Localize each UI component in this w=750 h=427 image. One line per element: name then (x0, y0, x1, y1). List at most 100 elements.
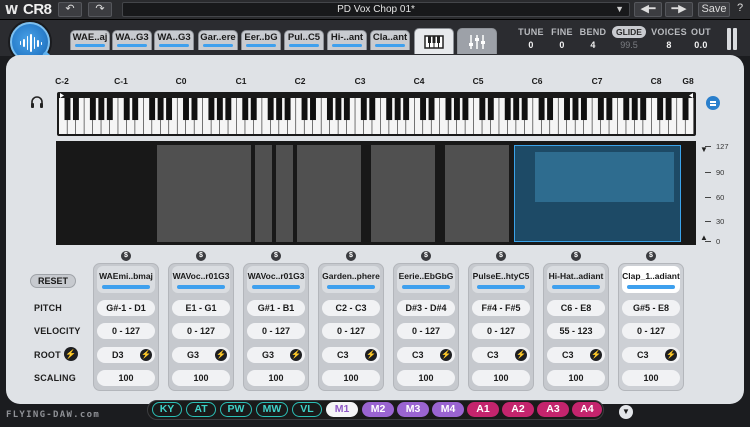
black-key[interactable] (403, 98, 410, 121)
sample-name[interactable]: WAVoc..r01G3 (247, 266, 305, 293)
scaling-value[interactable]: 100 (397, 370, 455, 386)
root-key[interactable]: C3 ⚡ (322, 347, 380, 363)
scaling-value[interactable]: 100 (472, 370, 530, 386)
black-key[interactable] (606, 98, 613, 121)
black-key[interactable] (369, 98, 376, 121)
black-key[interactable] (191, 98, 198, 121)
black-key[interactable] (267, 98, 274, 121)
scaling-value[interactable]: 100 (97, 370, 155, 386)
black-key[interactable] (360, 98, 367, 121)
black-key[interactable] (343, 98, 350, 121)
black-key[interactable] (538, 98, 545, 121)
sample-column[interactable]: WAEmi..bmaj G#-1 - D1 0 - 127 D3 ⚡ 100 (93, 263, 159, 391)
velocity-range[interactable]: 0 - 127 (97, 323, 155, 339)
root-detect-icon[interactable]: ⚡ (365, 349, 377, 361)
tune-param[interactable]: TUNE 0 (515, 27, 547, 50)
black-key[interactable] (462, 98, 469, 121)
piano-keys[interactable] (57, 92, 696, 136)
black-key[interactable] (216, 98, 223, 121)
dollar-icon[interactable]: $ (346, 251, 356, 261)
sample-name[interactable]: Clap_1..adiant (622, 266, 680, 293)
black-key[interactable] (564, 98, 570, 121)
black-key[interactable] (284, 98, 291, 121)
root-key[interactable]: C3 ⚡ (547, 347, 605, 363)
root-detect-all-icon[interactable]: ⚡ (64, 347, 78, 361)
sample-name[interactable]: Hi-Hat..adiant (547, 266, 605, 293)
black-key[interactable] (326, 98, 333, 121)
macro-m3[interactable]: M3 (397, 402, 429, 417)
redo-button[interactable]: ↷ (88, 2, 112, 17)
black-key[interactable] (166, 98, 173, 121)
dollar-icon[interactable]: $ (271, 251, 281, 261)
black-key[interactable] (225, 98, 232, 121)
root-detect-icon[interactable]: ⚡ (665, 349, 677, 361)
black-key[interactable] (682, 98, 689, 121)
black-key[interactable] (487, 98, 494, 121)
dollar-icon[interactable]: $ (196, 251, 206, 261)
root-detect-icon[interactable]: ⚡ (440, 349, 452, 361)
root-detect-icon[interactable]: ⚡ (140, 349, 152, 361)
headphones-icon[interactable] (30, 95, 44, 109)
black-key[interactable] (572, 98, 579, 121)
velocity-range[interactable]: 0 - 127 (172, 323, 230, 339)
sample-zone[interactable] (255, 145, 272, 242)
macro-m2[interactable]: M2 (362, 402, 394, 417)
velocity-range[interactable]: 0 - 127 (397, 323, 455, 339)
root-key[interactable]: G3 ⚡ (172, 347, 230, 363)
sample-name[interactable]: WAEmi..bmaj (97, 266, 155, 293)
sample-name[interactable]: Garden..phere (322, 266, 380, 293)
sample-column-selected[interactable]: Clap_1..adiant G#5 - E8 0 - 127 C3 ⚡ 100 (618, 263, 684, 391)
mod-source-ky[interactable]: KY (152, 402, 182, 417)
black-key[interactable] (183, 98, 189, 121)
black-key[interactable] (428, 98, 435, 121)
black-key[interactable] (301, 98, 308, 121)
black-key[interactable] (597, 98, 604, 121)
sample-column[interactable]: PulseE..htyC5 F#4 - F#5 0 - 127 C3 ⚡ 100 (468, 263, 534, 391)
black-key[interactable] (513, 98, 520, 121)
black-key[interactable] (149, 98, 156, 121)
dollar-icon[interactable]: $ (646, 251, 656, 261)
piano-keyboard[interactable] (57, 92, 696, 136)
previous-preset-button[interactable]: ◀━ (634, 2, 662, 17)
tab-sample-6[interactable]: Pul..C5 (284, 30, 324, 50)
mod-source-at[interactable]: AT (186, 402, 216, 417)
dollar-icon[interactable]: $ (121, 251, 131, 261)
black-key[interactable] (335, 98, 342, 121)
mod-source-mw[interactable]: MW (256, 402, 288, 417)
root-key[interactable]: C3 ⚡ (622, 347, 680, 363)
sample-column[interactable]: Garden..phere C2 - C3 0 - 127 C3 ⚡ 100 (318, 263, 384, 391)
black-key[interactable] (250, 98, 257, 121)
scaling-value[interactable]: 100 (622, 370, 680, 386)
tab-sample-3[interactable]: WA..G3 (154, 30, 194, 50)
pitch-range[interactable]: C6 - E8 (547, 300, 605, 316)
black-key[interactable] (394, 98, 401, 121)
black-key[interactable] (208, 98, 215, 121)
range-marker[interactable] (60, 93, 64, 98)
key-velocity-map[interactable] (56, 141, 696, 245)
range-marker[interactable] (689, 93, 693, 98)
black-key[interactable] (580, 98, 587, 121)
save-button[interactable]: Save (698, 2, 730, 17)
lfo-a3[interactable]: A3 (537, 402, 569, 417)
root-detect-icon[interactable]: ⚡ (590, 349, 602, 361)
black-key[interactable] (89, 98, 96, 121)
black-key[interactable] (657, 98, 664, 121)
mod-source-vl[interactable]: VL (292, 402, 322, 417)
scaling-value[interactable]: 100 (547, 370, 605, 386)
sample-column[interactable]: Hi-Hat..adiant C6 - E8 55 - 123 C3 ⚡ 100 (543, 263, 609, 391)
tab-sample-7[interactable]: Hi-..ant (327, 30, 367, 50)
velocity-range[interactable]: 0 - 127 (472, 323, 530, 339)
pitch-range[interactable]: F#4 - F#5 (472, 300, 530, 316)
black-key[interactable] (504, 98, 511, 121)
sample-column[interactable]: WAVoc..r01G3 G#1 - B1 0 - 127 G3 ⚡ 100 (243, 263, 309, 391)
pitch-range[interactable]: G#1 - B1 (247, 300, 305, 316)
scaling-value[interactable]: 100 (322, 370, 380, 386)
scaling-value[interactable]: 100 (247, 370, 305, 386)
pitch-range[interactable]: C2 - C3 (322, 300, 380, 316)
sample-column[interactable]: Eerie..EbGbG D#3 - D#4 0 - 127 C3 ⚡ 100 (393, 263, 459, 391)
root-key[interactable]: C3 ⚡ (397, 347, 455, 363)
pitch-range[interactable]: D#3 - D#4 (397, 300, 455, 316)
out-param[interactable]: OUT 0.0 (690, 27, 712, 50)
dollar-icon[interactable]: $ (496, 251, 506, 261)
sample-name[interactable]: Eerie..EbGbG (397, 266, 455, 293)
